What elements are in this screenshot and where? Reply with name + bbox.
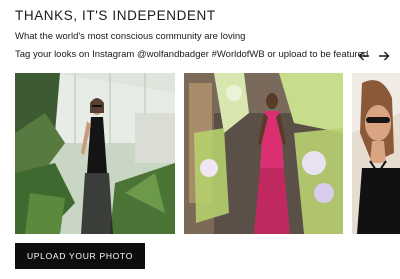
carousel-nav xyxy=(358,50,390,62)
gallery-photo-3[interactable] xyxy=(352,73,400,234)
section-title: THANKS, IT'S INDEPENDENT xyxy=(15,8,216,23)
instagram-tagline: Tag your looks on Instagram @wolfandbadg… xyxy=(15,49,369,60)
arrow-right-icon[interactable] xyxy=(378,50,390,62)
arrow-left-icon[interactable] xyxy=(358,50,370,62)
upload-photo-button[interactable]: UPLOAD YOUR PHOTO xyxy=(15,243,145,269)
gallery-photo-2[interactable] xyxy=(184,73,343,234)
gallery-photo-1[interactable] xyxy=(15,73,175,234)
photo-carousel xyxy=(15,73,400,234)
section-subtitle: What the world's most conscious communit… xyxy=(15,31,246,42)
